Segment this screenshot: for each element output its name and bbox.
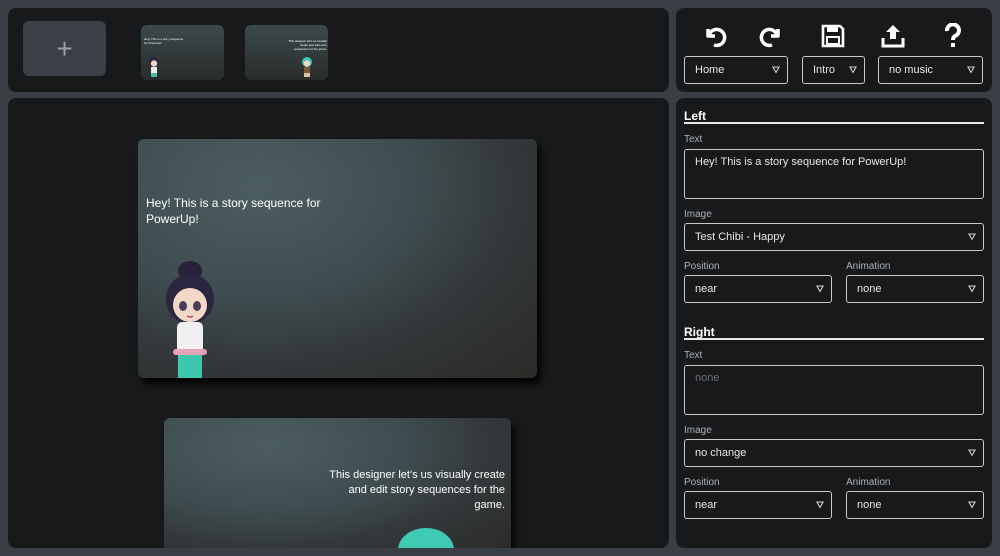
scene-select-value: Home xyxy=(695,64,725,76)
animation-label: Animation xyxy=(846,477,891,488)
image-label: Image xyxy=(684,209,712,220)
save-icon[interactable] xyxy=(813,18,853,54)
story-stage: Hey! This is a story sequence for PowerU… xyxy=(8,98,669,548)
position-label: Position xyxy=(684,261,720,272)
chevron-down-icon xyxy=(772,66,780,74)
slide-preview-1[interactable]: Hey! This is a story sequence for PowerU… xyxy=(138,139,537,378)
scene-select[interactable]: Home xyxy=(684,56,788,84)
animation-label: Animation xyxy=(846,261,891,272)
properties-panel: Left Text Hey! This is a story sequence … xyxy=(676,98,992,548)
slide-thumbnail-strip: + Hey! This is a story sequence for Powe… xyxy=(8,8,669,92)
chevron-down-icon xyxy=(968,233,976,241)
upload-icon[interactable] xyxy=(873,18,913,54)
image-label: Image xyxy=(684,425,712,436)
chevron-down-icon xyxy=(967,66,975,74)
chevron-down-icon xyxy=(816,285,824,293)
help-icon[interactable] xyxy=(933,18,973,54)
position-label: Position xyxy=(684,477,720,488)
chibi-character-icon xyxy=(166,261,214,378)
right-animation-value: none xyxy=(857,499,882,511)
left-text-field[interactable]: Hey! This is a story sequence for PowerU… xyxy=(684,149,984,199)
chibi-character-icon xyxy=(149,57,159,77)
chevron-down-icon xyxy=(968,501,976,509)
right-image-select[interactable]: no change xyxy=(684,439,984,467)
slide-dialogue-text: This designer let's us visually create a… xyxy=(329,469,505,511)
music-select-value: no music xyxy=(889,64,934,76)
left-animation-value: none xyxy=(857,283,882,295)
chevron-down-icon xyxy=(816,501,824,509)
left-position-select[interactable]: near xyxy=(684,275,832,303)
left-position-value: near xyxy=(695,283,718,295)
slide-dialogue-text: Hey! This is a story sequence for PowerU… xyxy=(146,196,321,226)
left-image-value: Test Chibi - Happy xyxy=(695,231,785,243)
thumbnail-text: This designer let's us visually create a… xyxy=(288,39,327,51)
section-title-left: Left xyxy=(684,109,706,123)
thumbnail-text: Hey! This is a story sequence for PowerU… xyxy=(144,37,184,45)
right-position-select[interactable]: near xyxy=(684,491,832,519)
slide-thumbnail-1[interactable]: Hey! This is a story sequence for PowerU… xyxy=(141,25,224,80)
music-select[interactable]: no music xyxy=(878,56,983,84)
undo-icon[interactable] xyxy=(694,18,734,54)
toolbar: Home Intro no music xyxy=(676,8,992,92)
right-animation-select[interactable]: none xyxy=(846,491,984,519)
chevron-down-icon xyxy=(849,66,857,74)
chibi-character-icon xyxy=(302,57,312,77)
slide-preview-2[interactable]: This designer let's us visually create a… xyxy=(164,418,511,548)
chevron-down-icon xyxy=(968,285,976,293)
left-image-select[interactable]: Test Chibi - Happy xyxy=(684,223,984,251)
chibi-character-icon xyxy=(398,528,454,548)
divider xyxy=(684,338,984,340)
chevron-down-icon xyxy=(968,449,976,457)
redo-icon[interactable] xyxy=(752,18,792,54)
right-text-field[interactable]: none xyxy=(684,365,984,415)
sequence-select[interactable]: Intro xyxy=(802,56,865,84)
right-image-value: no change xyxy=(695,447,747,459)
slide-thumbnail-2[interactable]: This designer let's us visually create a… xyxy=(245,25,328,80)
sequence-select-value: Intro xyxy=(813,64,836,76)
left-animation-select[interactable]: none xyxy=(846,275,984,303)
add-slide-button[interactable]: + xyxy=(23,21,106,76)
divider xyxy=(684,122,984,124)
right-position-value: near xyxy=(695,499,718,511)
section-title-right: Right xyxy=(684,325,715,339)
text-label: Text xyxy=(684,350,703,361)
text-label: Text xyxy=(684,134,703,145)
